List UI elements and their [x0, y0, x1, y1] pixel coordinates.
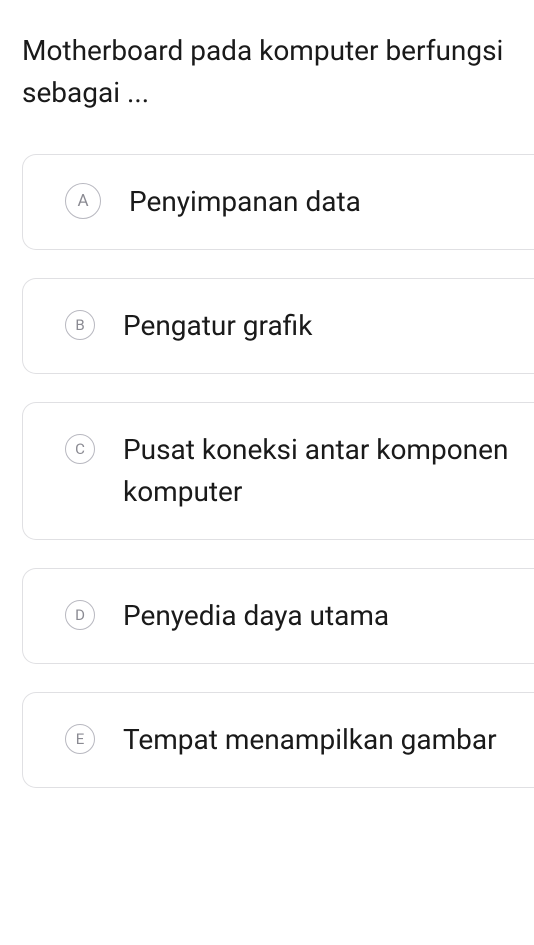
option-text: Pengatur grafik — [123, 305, 312, 347]
option-text: Penyimpanan data — [129, 181, 361, 223]
option-letter-badge: C — [65, 434, 95, 464]
option-letter-badge: A — [65, 183, 101, 219]
option-letter-badge: D — [65, 600, 95, 630]
option-a[interactable]: A Penyimpanan data — [22, 154, 534, 250]
option-b[interactable]: B Pengatur grafik — [22, 278, 534, 374]
option-e[interactable]: E Tempat menampilkan gambar — [22, 692, 534, 788]
option-text: Pusat koneksi antar komponen komputer — [123, 429, 516, 513]
options-container: A Penyimpanan data B Pengatur grafik C P… — [0, 154, 534, 788]
option-text: Tempat menampilkan gambar — [123, 719, 497, 761]
option-c[interactable]: C Pusat koneksi antar komponen komputer — [22, 402, 534, 540]
option-letter-badge: B — [65, 310, 95, 340]
option-text: Penyedia daya utama — [123, 595, 389, 637]
question-text: Motherboard pada komputer berfungsi seba… — [0, 0, 534, 154]
option-d[interactable]: D Penyedia daya utama — [22, 568, 534, 664]
option-letter-badge: E — [65, 724, 95, 754]
